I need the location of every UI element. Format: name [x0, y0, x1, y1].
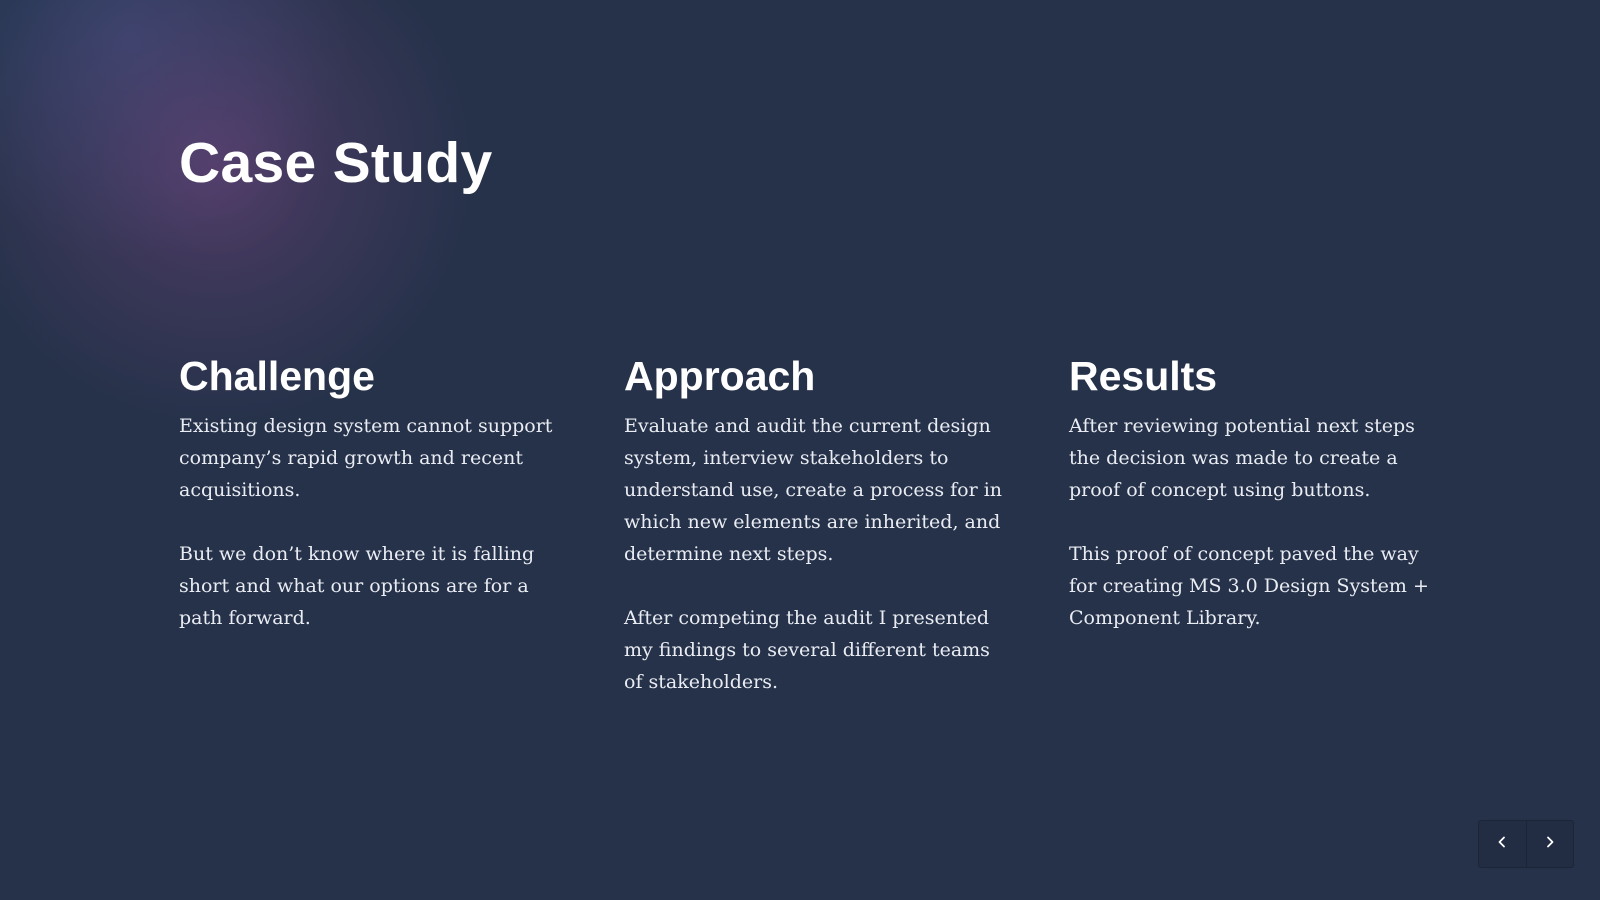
results-paragraph: After reviewing potential next steps the…	[1069, 415, 1415, 501]
challenge-column: Challenge Existing design system cannot …	[179, 350, 559, 634]
results-column: Results After reviewing potential next s…	[1069, 350, 1449, 634]
chevron-right-icon	[1543, 835, 1557, 854]
challenge-heading: Challenge	[179, 353, 375, 399]
previous-slide-button[interactable]	[1479, 821, 1527, 867]
results-heading: Results	[1069, 353, 1218, 399]
challenge-paragraph: But we don’t know where it is falling sh…	[179, 543, 535, 629]
slide: Case Study Challenge Existing design sys…	[0, 0, 1600, 900]
approach-paragraph: After competing the audit I presented my…	[624, 607, 990, 693]
slide-navigation	[1478, 820, 1574, 868]
challenge-paragraph: Existing design system cannot support co…	[179, 415, 553, 501]
results-paragraph: This proof of concept paved the way for …	[1069, 543, 1429, 629]
approach-column: Approach Evaluate and audit the current …	[624, 350, 1004, 698]
next-slide-button[interactable]	[1527, 821, 1574, 867]
approach-heading: Approach	[624, 353, 816, 399]
page-title: Case Study	[179, 131, 493, 195]
approach-paragraph: Evaluate and audit the current design sy…	[624, 415, 1003, 565]
chevron-left-icon	[1495, 835, 1509, 854]
